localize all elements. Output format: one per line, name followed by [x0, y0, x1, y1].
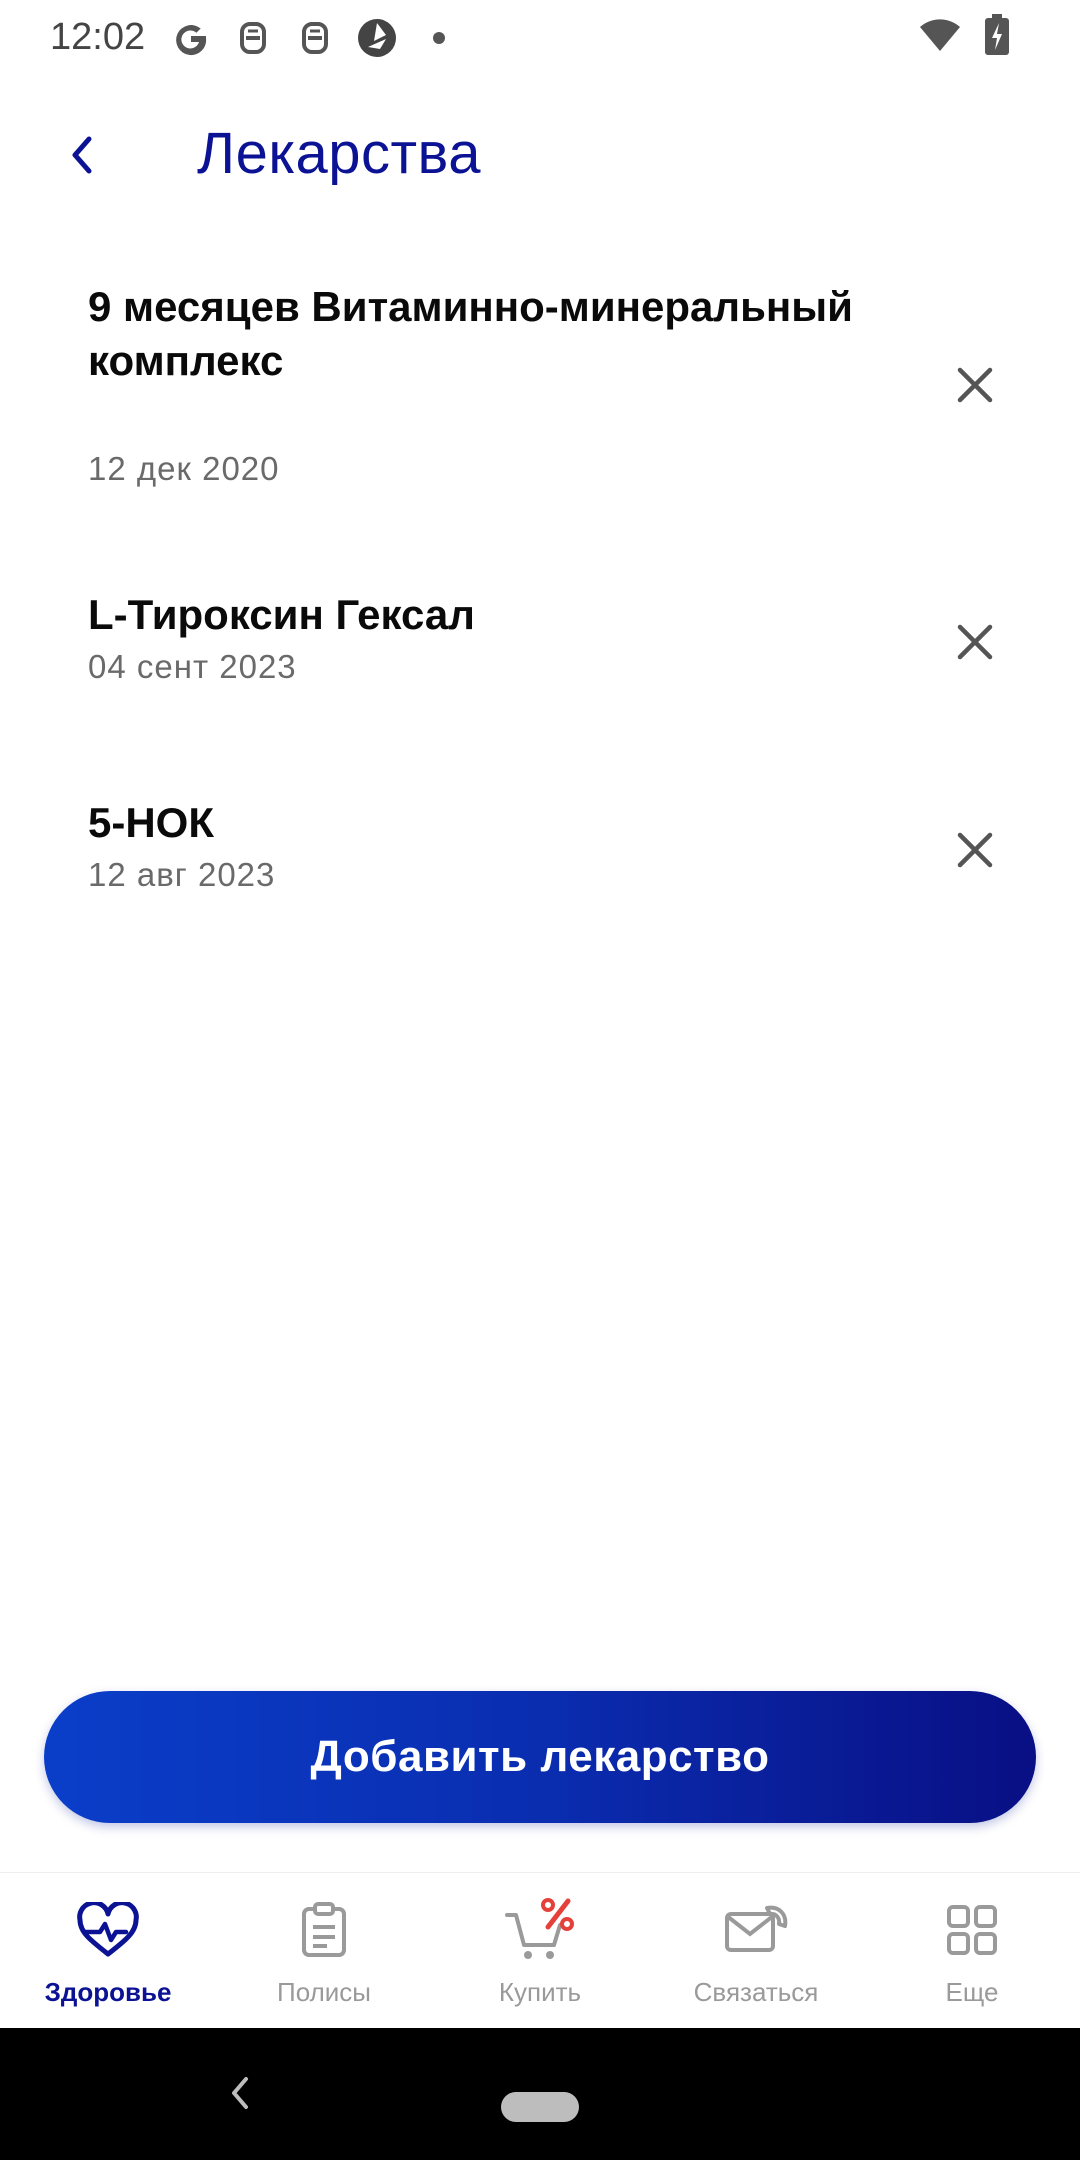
cart-discount-icon [500, 1895, 580, 1965]
close-icon [957, 624, 993, 660]
battery-charging-icon [984, 14, 1010, 61]
nav-label: Купить [498, 1977, 582, 2007]
remove-medication-button[interactable] [950, 360, 1000, 410]
nav-label: Связаться [693, 1977, 819, 2007]
chevron-left-icon [72, 136, 92, 174]
system-home-button[interactable] [501, 2092, 579, 2122]
nav-label: Полисы [277, 1977, 371, 2007]
dot-icon [418, 14, 460, 62]
close-icon [957, 367, 993, 403]
medication-name: L-Тироксин Гексал [88, 591, 475, 638]
status-bar: 12:02 [0, 0, 1080, 80]
clipboard-icon [284, 1895, 364, 1965]
add-medication-button[interactable]: Добавить лекарство [44, 1691, 1036, 1823]
wifi-icon [918, 17, 962, 58]
system-nav-bar [0, 2028, 1080, 2160]
nav-item-buy[interactable]: Купить [432, 1873, 648, 2029]
remove-medication-button[interactable] [950, 825, 1000, 875]
heart-pulse-icon [68, 1895, 148, 1965]
medication-date: 04 сент 2023 [88, 648, 297, 685]
medication-name: 9 месяцев Витаминно-минеральный комплекс [88, 283, 853, 384]
medication-name: 5-НОК [88, 799, 214, 846]
system-back-button[interactable] [220, 2068, 260, 2118]
remove-medication-button[interactable] [950, 617, 1000, 667]
nav-label: Здоровье [44, 1977, 172, 2007]
status-time: 12:02 [50, 16, 146, 58]
medication-date: 12 дек 2020 [88, 450, 280, 487]
notification-robot-icon [232, 14, 274, 62]
medication-date: 12 авг 2023 [88, 856, 276, 893]
nav-label: Еще [945, 1977, 999, 2007]
chevron-left-icon [232, 2077, 248, 2109]
close-icon [957, 832, 993, 868]
bottom-nav: Здоровье Полисы Купить Связаться Еще [0, 1872, 1080, 2029]
nav-item-policies[interactable]: Полисы [216, 1873, 432, 2029]
nav-item-health[interactable]: Здоровье [0, 1873, 216, 2029]
status-notification-icons [170, 14, 460, 62]
app-bar: Лекарства [0, 100, 1080, 210]
mail-phone-icon [716, 1895, 796, 1965]
page-title: Лекарства [197, 121, 481, 186]
app-aperture-icon [356, 14, 398, 62]
grid-icon [932, 1895, 1012, 1965]
status-system-icons [918, 14, 1010, 61]
google-g-icon [170, 14, 212, 62]
back-button[interactable] [52, 120, 112, 190]
nav-item-more[interactable]: Еще [864, 1873, 1080, 2029]
notification-robot-icon [294, 14, 336, 62]
nav-item-contact[interactable]: Связаться [648, 1873, 864, 2029]
